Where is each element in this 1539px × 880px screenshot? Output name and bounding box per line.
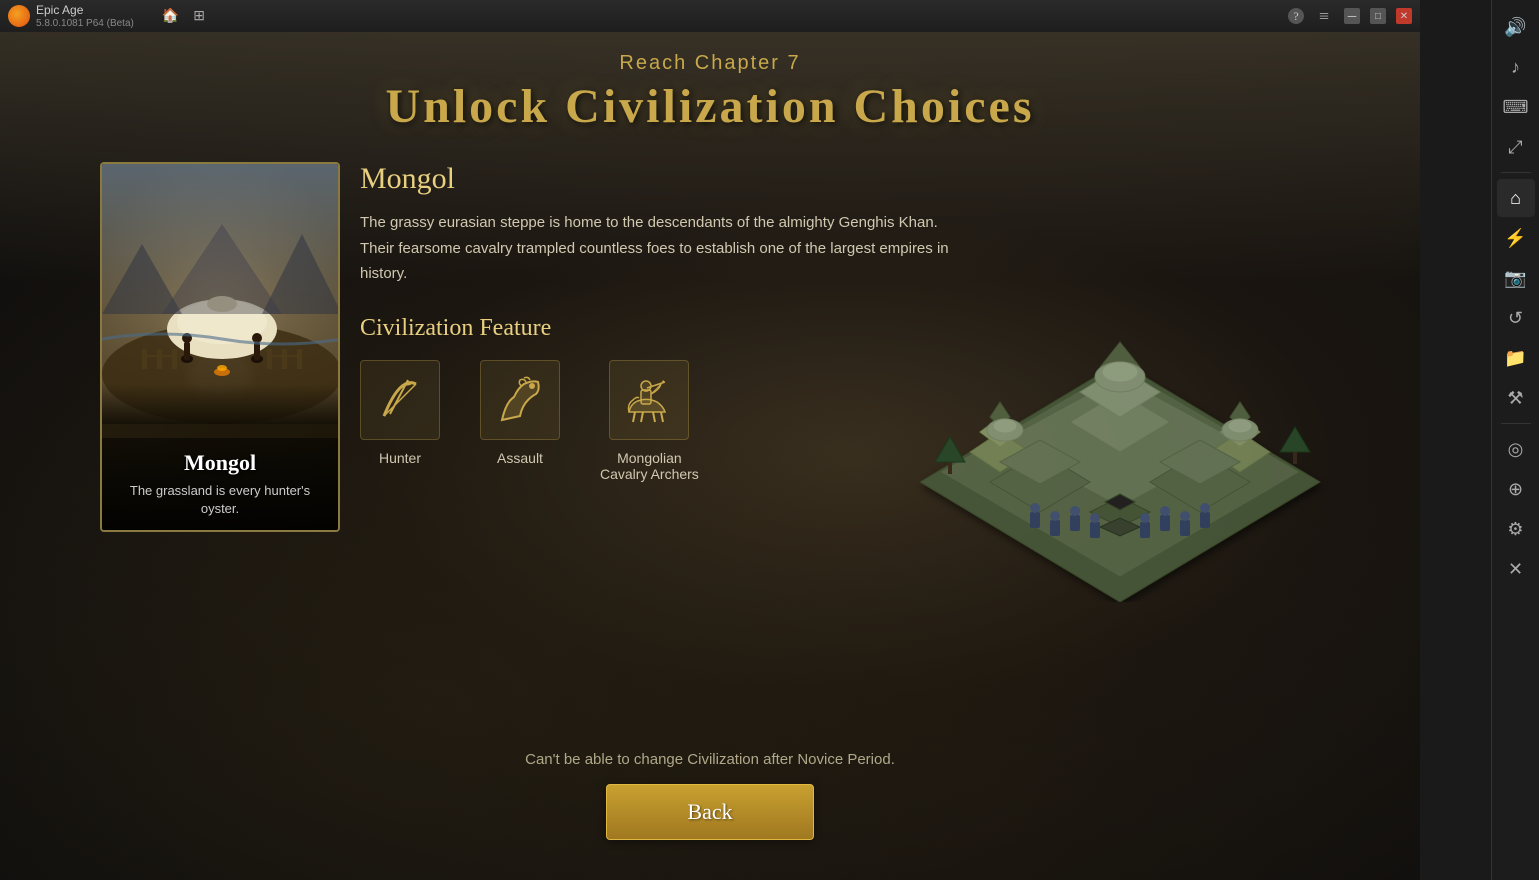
warning-text: Can't be able to change Civilization aft… (0, 751, 1420, 768)
titlebar-icons: 🏠 ⊞ (162, 8, 205, 25)
extra-close-button[interactable]: ✕ (1497, 550, 1535, 588)
music-button[interactable]: ♪ (1497, 48, 1535, 86)
minimize-button[interactable]: ─ (1344, 8, 1360, 24)
app-version: 5.8.0.1081 P64 (Beta) (36, 18, 134, 29)
bottom-section: Can't be able to change Civilization aft… (0, 751, 1420, 840)
files-button[interactable]: 📁 (1497, 339, 1535, 377)
app-name: Epic Age (36, 3, 134, 17)
chapter-text: Reach Chapter 7 (0, 52, 1420, 75)
civ-card: Mongol The grassland is every hunter's o… (100, 162, 340, 532)
cavalry-archers-icon (609, 360, 689, 440)
civ-title: Mongol (360, 162, 950, 196)
feature-hunter: Hunter (360, 360, 440, 482)
menu-button[interactable]: ≡ (1314, 8, 1334, 24)
game-area: Reach Chapter 7 Unlock Civilization Choi… (0, 32, 1420, 880)
civ-card-image (102, 164, 338, 424)
tools-button[interactable]: ⚒ (1497, 379, 1535, 417)
titlebar: Epic Age 5.8.0.1081 P64 (Beta) 🏠 ⊞ ? ≡ ─… (0, 0, 1420, 32)
home-icon[interactable]: 🏠 (162, 8, 179, 25)
maximize-button[interactable]: □ (1370, 8, 1386, 24)
keyboard-button[interactable]: ⌨ (1497, 88, 1535, 126)
home-sidebar-button[interactable]: ⌂ (1497, 179, 1535, 217)
assault-label: Assault (497, 450, 543, 466)
rotate-button[interactable]: ⤢ (1497, 128, 1535, 166)
civ-card-label: Mongol The grassland is every hunter's o… (102, 438, 338, 530)
feature-assault: Assault (480, 360, 560, 482)
back-button[interactable]: Back (606, 784, 813, 840)
grid-icon[interactable]: ⊞ (193, 8, 205, 25)
performance-button[interactable]: ⚡ (1497, 219, 1535, 257)
hunter-label: Hunter (379, 450, 421, 466)
app-icon (8, 5, 30, 27)
features-row: Hunter Assault (360, 360, 950, 482)
screenshot-button[interactable]: 📷 (1497, 259, 1535, 297)
close-button[interactable]: ✕ (1396, 8, 1412, 24)
feature-label: Civilization Feature (360, 315, 950, 342)
hunter-icon (360, 360, 440, 440)
header: Reach Chapter 7 Unlock Civilization Choi… (0, 52, 1420, 134)
network-button[interactable]: ⊕ (1497, 470, 1535, 508)
sidebar-separator-2 (1501, 423, 1531, 424)
settings-button[interactable]: ⚙ (1497, 510, 1535, 548)
civ-name: Mongol (114, 450, 326, 476)
right-sidebar: 🔊 ♪ ⌨ ⤢ ⌂ ⚡ 📷 ↺ 📁 ⚒ ◎ ⊕ ⚙ ✕ (1491, 0, 1539, 880)
info-panel: Mongol The grassy eurasian steppe is hom… (360, 162, 950, 482)
help-button[interactable]: ? (1288, 8, 1304, 24)
assault-icon (480, 360, 560, 440)
feature-cavalry-archers: MongolianCavalry Archers (600, 360, 699, 482)
main-title: Unlock Civilization Choices (0, 79, 1420, 134)
civ-tagline: The grassland is every hunter's oyster. (114, 482, 326, 518)
sidebar-separator-1 (1501, 172, 1531, 173)
cavalry-archers-label: MongolianCavalry Archers (600, 450, 699, 482)
volume-button[interactable]: 🔊 (1497, 8, 1535, 46)
civ-description: The grassy eurasian steppe is home to th… (360, 210, 950, 287)
refresh-button[interactable]: ↺ (1497, 299, 1535, 337)
target-button[interactable]: ◎ (1497, 430, 1535, 468)
